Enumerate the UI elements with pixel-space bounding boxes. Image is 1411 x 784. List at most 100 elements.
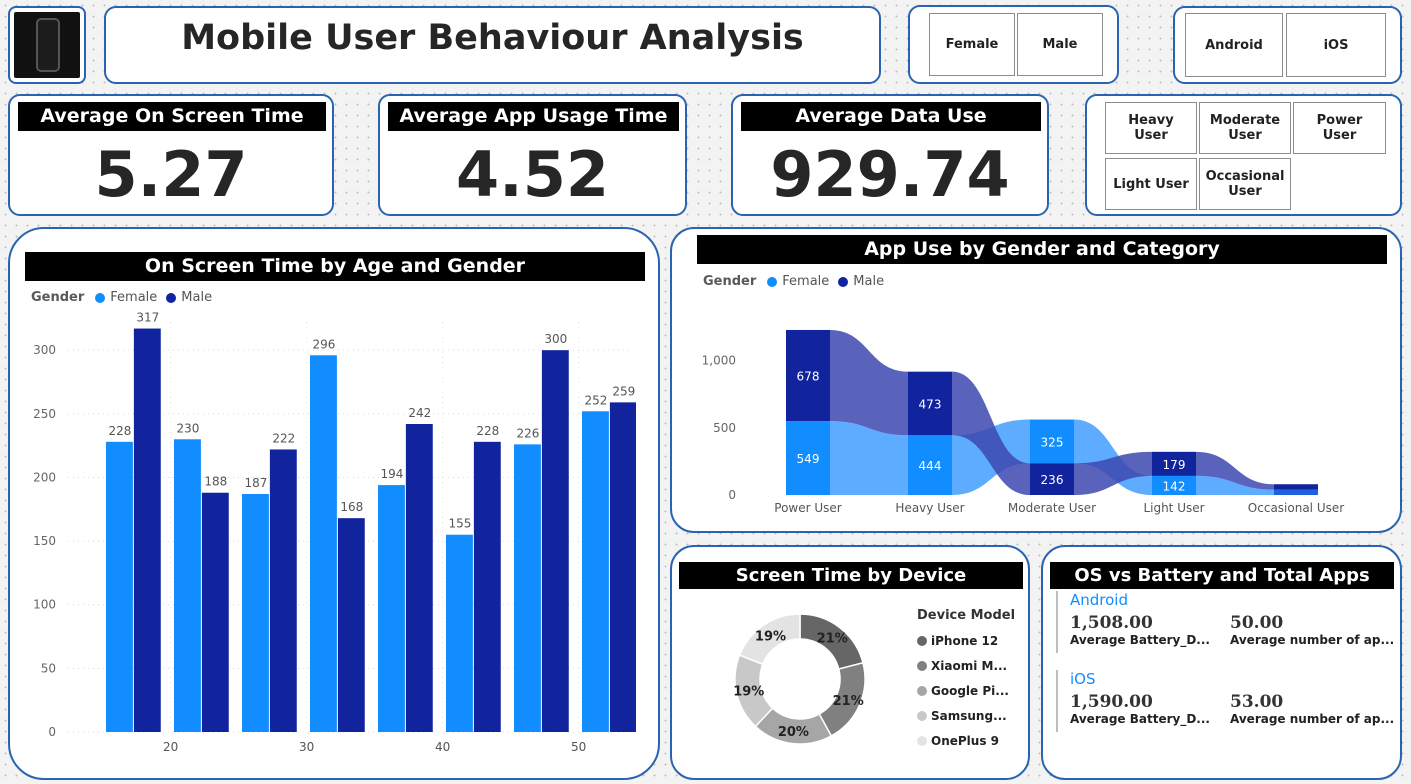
- y-tick-label: 50: [41, 661, 56, 675]
- bar-data-label: 228: [108, 424, 131, 438]
- legend-male-label: Male: [853, 274, 885, 289]
- bar-male: [541, 350, 569, 732]
- bar-female: [106, 441, 133, 732]
- legend-male-swatch: [166, 292, 177, 303]
- y-tick-label: 0: [728, 488, 736, 502]
- slicer-female[interactable]: Female: [929, 13, 1015, 76]
- ribbon-data-label: 142: [1163, 479, 1186, 493]
- device-legend-item: Xiaomi M...: [917, 653, 1009, 678]
- bar-data-label: 155: [448, 517, 471, 531]
- device-legend: iPhone 12 Xiaomi M... Google Pi... Samsung.…: [917, 628, 1009, 753]
- kpi-value: 929.74: [770, 138, 1010, 211]
- y-tick-label: 300: [33, 343, 56, 357]
- os-row-ios: iOS 1,590.00 Average Battery_D... 53.00 …: [1056, 670, 1396, 732]
- device-legend-title: Device Model: [917, 608, 1016, 623]
- bar-female: [310, 355, 337, 732]
- ribbon-data-label: 473: [919, 397, 942, 411]
- device-legend-item: Google Pi...: [917, 678, 1009, 703]
- battery-label: Average Battery_D...: [1070, 633, 1210, 647]
- ribbon-data-label: 678: [797, 370, 820, 384]
- y-tick-label: 150: [33, 534, 56, 548]
- bar-male: [133, 328, 161, 732]
- x-tick-label: Power User: [774, 501, 842, 515]
- y-tick-label: 0: [48, 725, 56, 739]
- x-tick-label: 40: [435, 740, 450, 754]
- apps-label: Average number of ap...: [1230, 633, 1395, 647]
- slicer-power-user[interactable]: Power User: [1293, 102, 1386, 154]
- legend-label: Xiaomi M...: [931, 658, 1008, 673]
- battery-value: 1,590.00: [1070, 692, 1153, 712]
- age-gender-chart-panel: On Screen Time by Age and Gender Gender …: [8, 227, 660, 780]
- y-tick-label: 100: [33, 598, 56, 612]
- bar-data-label: 300: [544, 332, 567, 346]
- slicer-heavy-user[interactable]: Heavy User: [1105, 102, 1197, 154]
- slicer-ios[interactable]: iOS: [1286, 13, 1386, 77]
- logo-background: [14, 12, 80, 78]
- y-tick-label: 250: [33, 407, 56, 421]
- ribbon-data-label: 549: [797, 452, 820, 466]
- legend-female-swatch: [767, 276, 778, 287]
- legend-female-label: Female: [782, 274, 830, 289]
- bar-male: [337, 518, 365, 732]
- slicer-moderate-user[interactable]: Moderate User: [1199, 102, 1291, 154]
- y-tick-label: 500: [713, 421, 736, 435]
- slicer-male[interactable]: Male: [1017, 13, 1103, 76]
- os-battery-panel: OS vs Battery and Total Apps Android 1,5…: [1041, 545, 1402, 780]
- gender-slicer: Female Male: [908, 5, 1119, 84]
- ribbon-male: [830, 329, 908, 436]
- kpi-value: 5.27: [94, 138, 248, 211]
- bar-data-label: 317: [136, 311, 159, 325]
- slice-label: 21%: [833, 694, 864, 709]
- apps-value: 53.00: [1230, 692, 1284, 712]
- ribbon-data-label: 325: [1041, 435, 1064, 449]
- bar-data-label: 226: [516, 426, 539, 440]
- y-tick-label: 1,000: [702, 354, 736, 368]
- page-title: Mobile User Behaviour Analysis: [181, 18, 804, 58]
- ribbon-bar-male: [1274, 484, 1318, 490]
- apps-value: 50.00: [1230, 613, 1284, 633]
- smartphone-icon: [36, 18, 60, 72]
- bar-data-label: 194: [380, 467, 403, 481]
- legend-swatch: [917, 635, 927, 646]
- bar-male: [609, 402, 636, 732]
- kpi-label: Average App Usage Time: [388, 102, 679, 131]
- legend-female-swatch: [95, 292, 106, 303]
- x-tick-label: Occasional User: [1248, 501, 1344, 515]
- ribbon-chart-plot: 0 500 1,000 549 678 Power User 444 473 Heavy Use…: [702, 329, 1344, 515]
- legend-label: Samsung...: [931, 708, 1007, 723]
- legend-swatch: [917, 660, 927, 671]
- slicer-android[interactable]: Android: [1185, 13, 1283, 77]
- os-slicer: Android iOS: [1173, 6, 1402, 84]
- slicer-light-user[interactable]: Light User: [1105, 158, 1197, 210]
- bar-chart-plot: 0 50 100 150 200 250 300 228 317 230 188 187 222 296 1…: [33, 311, 636, 754]
- ribbon-bar-female: [1274, 489, 1318, 495]
- chart-title: On Screen Time by Age and Gender: [25, 252, 645, 281]
- bar-female: [378, 485, 405, 732]
- ribbon-data-label: 179: [1163, 458, 1186, 472]
- bar-female: [242, 494, 269, 732]
- legend-swatch: [917, 735, 927, 746]
- kpi-screen-time: Average On Screen Time 5.27: [8, 94, 334, 216]
- bar-data-label: 230: [176, 421, 199, 435]
- bar-female: [174, 439, 201, 732]
- slicer-occasional-user[interactable]: Occasional User: [1199, 158, 1291, 210]
- os-name: Android: [1070, 591, 1128, 609]
- bar-male: [405, 424, 433, 732]
- x-tick-label: Light User: [1143, 501, 1204, 515]
- x-tick-label: 50: [571, 740, 586, 754]
- slice-label: 21%: [817, 632, 848, 647]
- kpi-value: 4.52: [456, 138, 609, 211]
- kpi-label: Average On Screen Time: [18, 102, 326, 131]
- slice-label: 19%: [755, 630, 786, 645]
- bar-female: [514, 444, 541, 732]
- bar-data-label: 228: [476, 424, 499, 438]
- bar-data-label: 187: [244, 476, 267, 490]
- legend-label: OnePlus 9: [931, 733, 1000, 748]
- bar-data-label: 188: [204, 475, 227, 489]
- device-chart-panel: Screen Time by Device 21% 21% 20% 19% 19% De…: [670, 545, 1030, 780]
- device-legend-item: OnePlus 9: [917, 728, 1009, 753]
- chart-legend: Gender Female Male: [31, 290, 212, 305]
- ribbon-data-label: 236: [1041, 473, 1064, 487]
- chart-title: Screen Time by Device: [679, 562, 1023, 589]
- x-tick-label: Moderate User: [1008, 501, 1096, 515]
